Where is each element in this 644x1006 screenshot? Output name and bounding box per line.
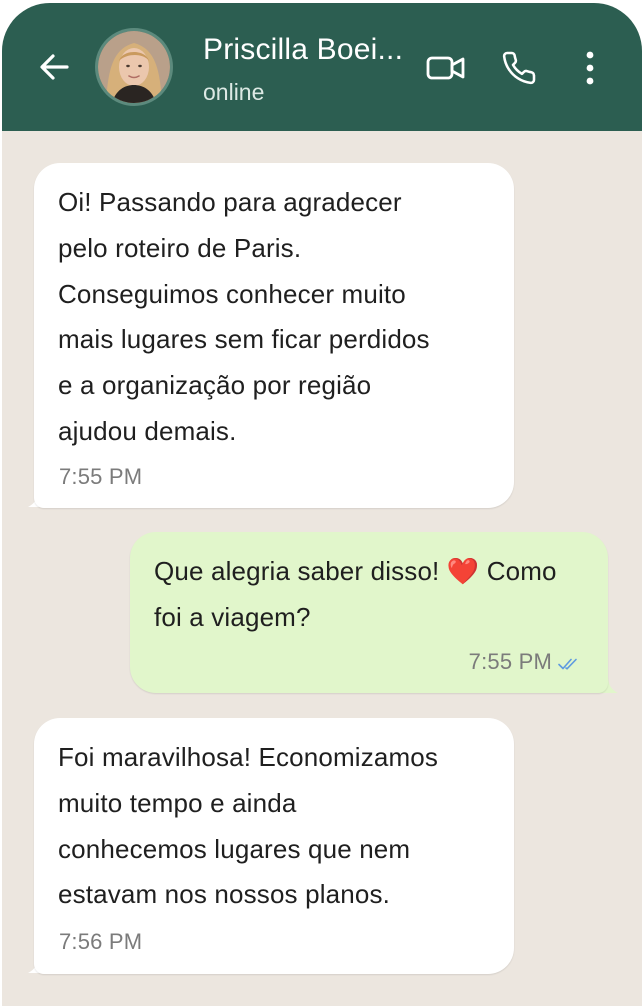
message-bubble-incoming[interactable]: Oi! Passando para agradecer pelo roteiro…	[34, 163, 514, 508]
back-button[interactable]	[32, 45, 76, 89]
double-check-icon	[558, 658, 577, 670]
message-bubble-outgoing[interactable]: Que alegria saber disso! ❤️ Como foi a v…	[130, 532, 608, 693]
message-text: Oi! Passando para agradecer pelo roteiro…	[58, 187, 430, 446]
message-text: Foi maravilhosa! Economizamos muito temp…	[58, 742, 439, 910]
more-options-icon	[586, 51, 594, 85]
back-arrow-icon	[40, 54, 69, 80]
contact-status: online	[203, 79, 265, 105]
more-options-button[interactable]	[567, 45, 613, 91]
message-time: 7:55 PM	[59, 464, 143, 489]
message-time: 7:55 PM	[468, 649, 552, 674]
chat-header: Priscilla Boei... online	[2, 3, 642, 131]
contact-avatar[interactable]	[98, 31, 170, 103]
contact-name[interactable]: Priscilla Boei...	[203, 33, 403, 67]
chat-screen: Priscilla Boei... online Oi! Passando pa…	[2, 3, 642, 1006]
video-call-button[interactable]	[423, 45, 469, 91]
message-text: Que alegria saber disso! ❤️ Como foi a v…	[154, 556, 557, 632]
voice-call-button[interactable]	[496, 45, 542, 91]
phone-call-icon	[502, 51, 536, 85]
avatar-photo	[98, 31, 170, 103]
message-bubble-incoming[interactable]: Foi maravilhosa! Economizamos muito temp…	[34, 718, 514, 974]
video-call-icon	[426, 56, 465, 80]
message-time: 7:56 PM	[59, 929, 143, 954]
